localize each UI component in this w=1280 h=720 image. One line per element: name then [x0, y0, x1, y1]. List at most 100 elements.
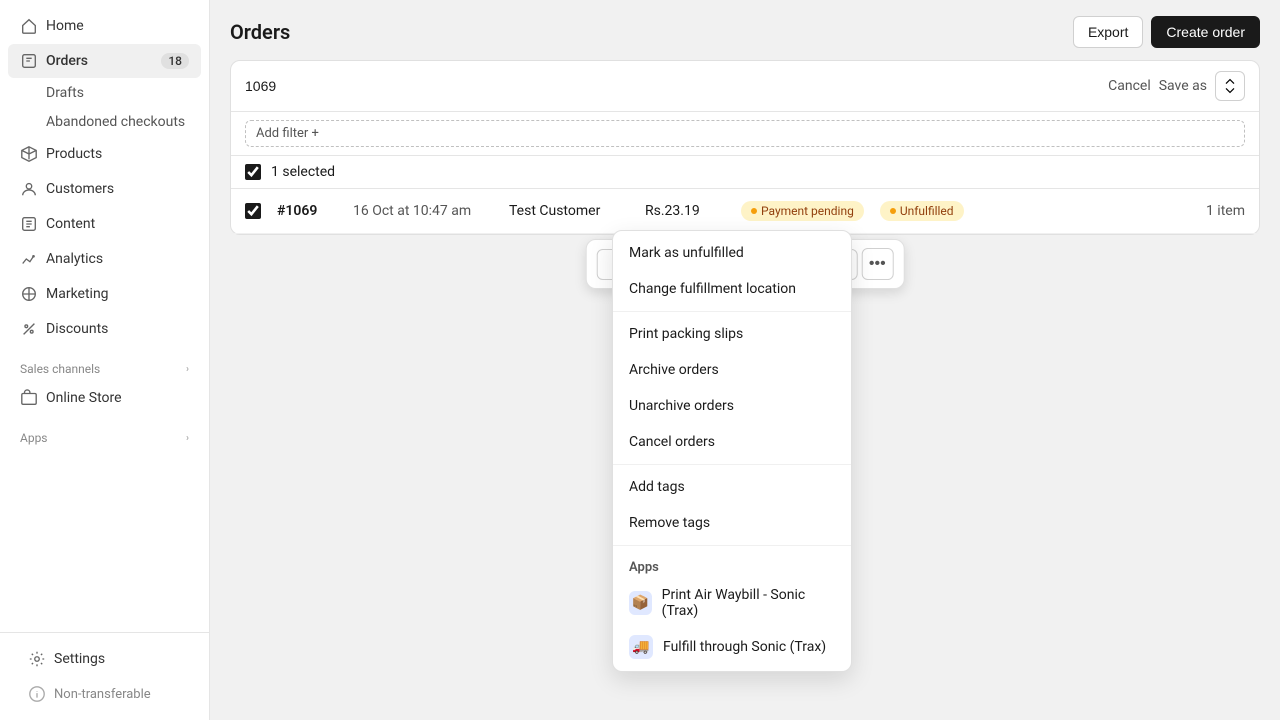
- order-items: 1 item: [1206, 203, 1245, 219]
- sidebar-item-products[interactable]: Products: [8, 137, 201, 171]
- apps-section-label: Apps: [613, 550, 851, 579]
- home-icon: [20, 17, 38, 35]
- abandoned-label: Abandoned checkouts: [46, 114, 185, 130]
- dropdown-app-print-air[interactable]: 📦 Print Air Waybill - Sonic (Trax): [613, 579, 851, 627]
- sidebar-content-label: Content: [46, 216, 95, 232]
- customers-icon: [20, 180, 38, 198]
- fulfillment-status-badge: Unfulfilled: [880, 201, 964, 221]
- sidebar-item-discounts[interactable]: Discounts: [8, 312, 201, 346]
- sidebar-analytics-label: Analytics: [46, 251, 103, 267]
- create-order-button[interactable]: Create order: [1151, 16, 1260, 48]
- drafts-label: Drafts: [46, 85, 84, 101]
- products-icon: [20, 145, 38, 163]
- sidebar-online-store-label: Online Store: [46, 390, 122, 406]
- payment-status-label: Payment pending: [761, 204, 854, 218]
- non-transferable-label: Non-transferable: [54, 687, 151, 702]
- fulfillment-status-label: Unfulfilled: [900, 204, 954, 218]
- print-air-label: Print Air Waybill - Sonic (Trax): [662, 587, 835, 619]
- sidebar-item-online-store[interactable]: Online Store: [8, 381, 201, 415]
- search-input[interactable]: [245, 78, 1100, 94]
- select-all-checkbox[interactable]: [245, 164, 261, 180]
- save-as-button[interactable]: Save as: [1159, 78, 1207, 94]
- sort-icon: [1222, 78, 1238, 94]
- main-content: Orders Export Create order Cancel Save a…: [210, 0, 1280, 720]
- sidebar-customers-label: Customers: [46, 181, 114, 197]
- dropdown-divider-2: [613, 464, 851, 465]
- settings-icon: [28, 650, 46, 668]
- page-title: Orders: [230, 20, 290, 44]
- dropdown-item-archive[interactable]: Archive orders: [613, 352, 851, 388]
- order-checkbox[interactable]: [245, 203, 261, 219]
- page-header: Orders Export Create order: [210, 0, 1280, 60]
- dropdown-divider-1: [613, 311, 851, 312]
- content-icon: [20, 215, 38, 233]
- sidebar-footer: Settings Non-transferable: [0, 632, 209, 720]
- dropdown-item-print-slips[interactable]: Print packing slips: [613, 316, 851, 352]
- order-row: #1069 16 Oct at 10:47 am Test Customer R…: [231, 189, 1259, 234]
- dropdown-item-add-tags[interactable]: Add tags: [613, 469, 851, 505]
- orders-badge: 18: [161, 53, 189, 69]
- sidebar-nav: Home Orders 18 Drafts Abandoned checkout…: [0, 0, 209, 632]
- header-actions: Export Create order: [1073, 16, 1260, 48]
- filter-bar: Cancel Save as: [231, 61, 1259, 112]
- sidebar-settings-label: Settings: [54, 651, 105, 667]
- sidebar-item-content[interactable]: Content: [8, 207, 201, 241]
- dropdown-item-change-location[interactable]: Change fulfillment location: [613, 271, 851, 307]
- sidebar-item-analytics[interactable]: Analytics: [8, 242, 201, 276]
- sidebar: Home Orders 18 Drafts Abandoned checkout…: [0, 0, 210, 720]
- sidebar-discounts-label: Discounts: [46, 321, 108, 337]
- discounts-icon: [20, 320, 38, 338]
- info-icon: [28, 685, 46, 703]
- sales-channels-chevron: ›: [186, 364, 189, 375]
- sales-channels-section[interactable]: Sales channels ›: [8, 354, 201, 380]
- sidebar-orders-label: Orders: [46, 53, 88, 69]
- orders-icon: [20, 52, 38, 70]
- apps-chevron: ›: [186, 433, 189, 444]
- sidebar-item-abandoned[interactable]: Abandoned checkouts: [8, 108, 201, 136]
- more-actions-button[interactable]: •••: [861, 248, 893, 280]
- fulfill-sonic-icon: 🚚: [629, 635, 653, 659]
- payment-status-dot: [751, 208, 757, 214]
- sidebar-item-marketing[interactable]: Marketing: [8, 277, 201, 311]
- cancel-filter-button[interactable]: Cancel: [1108, 78, 1151, 94]
- apps-label: Apps: [20, 431, 48, 445]
- fulfillment-status-dot: [890, 208, 896, 214]
- orders-card: Cancel Save as Add filter + 1 selected #…: [230, 60, 1260, 235]
- order-amount: Rs.23.19: [645, 203, 725, 219]
- add-filter-button[interactable]: Add filter +: [245, 120, 1245, 147]
- order-id[interactable]: #1069: [277, 203, 337, 219]
- dropdown-app-fulfill-sonic[interactable]: 🚚 Fulfill through Sonic (Trax): [613, 627, 851, 667]
- dropdown-item-remove-tags[interactable]: Remove tags: [613, 505, 851, 541]
- add-filter-label: Add filter +: [256, 126, 319, 141]
- fulfill-sonic-label: Fulfill through Sonic (Trax): [663, 639, 826, 655]
- order-date: 16 Oct at 10:47 am: [353, 203, 493, 219]
- dropdown-divider-3: [613, 545, 851, 546]
- sales-channels-label: Sales channels: [20, 362, 100, 376]
- sidebar-home-label: Home: [46, 18, 84, 34]
- apps-section[interactable]: Apps ›: [8, 423, 201, 449]
- sidebar-item-customers[interactable]: Customers: [8, 172, 201, 206]
- dropdown-item-mark-unfulfilled[interactable]: Mark as unfulfilled: [613, 235, 851, 271]
- more-dots-icon: •••: [869, 255, 886, 273]
- marketing-icon: [20, 285, 38, 303]
- payment-status-badge: Payment pending: [741, 201, 864, 221]
- online-store-icon: [20, 389, 38, 407]
- selection-bar: 1 selected: [231, 156, 1259, 189]
- add-filter-row: Add filter +: [231, 112, 1259, 156]
- sidebar-products-label: Products: [46, 146, 102, 162]
- export-button[interactable]: Export: [1073, 16, 1143, 48]
- sidebar-item-settings[interactable]: Settings: [16, 642, 193, 676]
- print-air-icon: 📦: [629, 591, 652, 615]
- sidebar-marketing-label: Marketing: [46, 286, 109, 302]
- sidebar-item-home[interactable]: Home: [8, 9, 201, 43]
- dropdown-menu: Mark as unfulfilled Change fulfillment l…: [612, 230, 852, 672]
- order-customer: Test Customer: [509, 203, 629, 219]
- analytics-icon: [20, 250, 38, 268]
- selected-count-label: 1 selected: [271, 164, 335, 180]
- sort-button[interactable]: [1215, 71, 1245, 101]
- sidebar-item-drafts[interactable]: Drafts: [8, 79, 201, 107]
- dropdown-item-cancel-orders[interactable]: Cancel orders: [613, 424, 851, 460]
- sidebar-item-orders[interactable]: Orders 18: [8, 44, 201, 78]
- sidebar-item-non-transferable[interactable]: Non-transferable: [16, 677, 193, 711]
- dropdown-item-unarchive[interactable]: Unarchive orders: [613, 388, 851, 424]
